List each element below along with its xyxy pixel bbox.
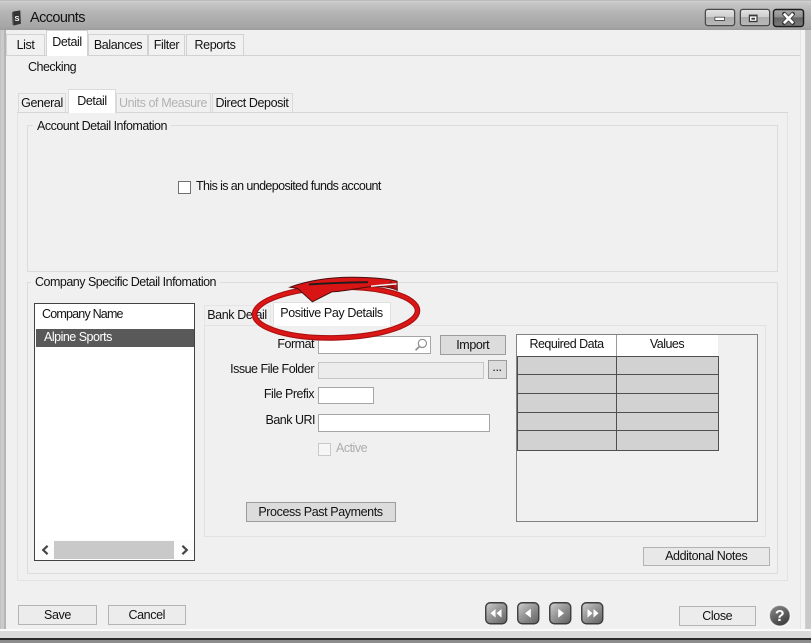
svg-text:S: S: [14, 14, 19, 23]
svg-text:?: ?: [775, 608, 785, 625]
